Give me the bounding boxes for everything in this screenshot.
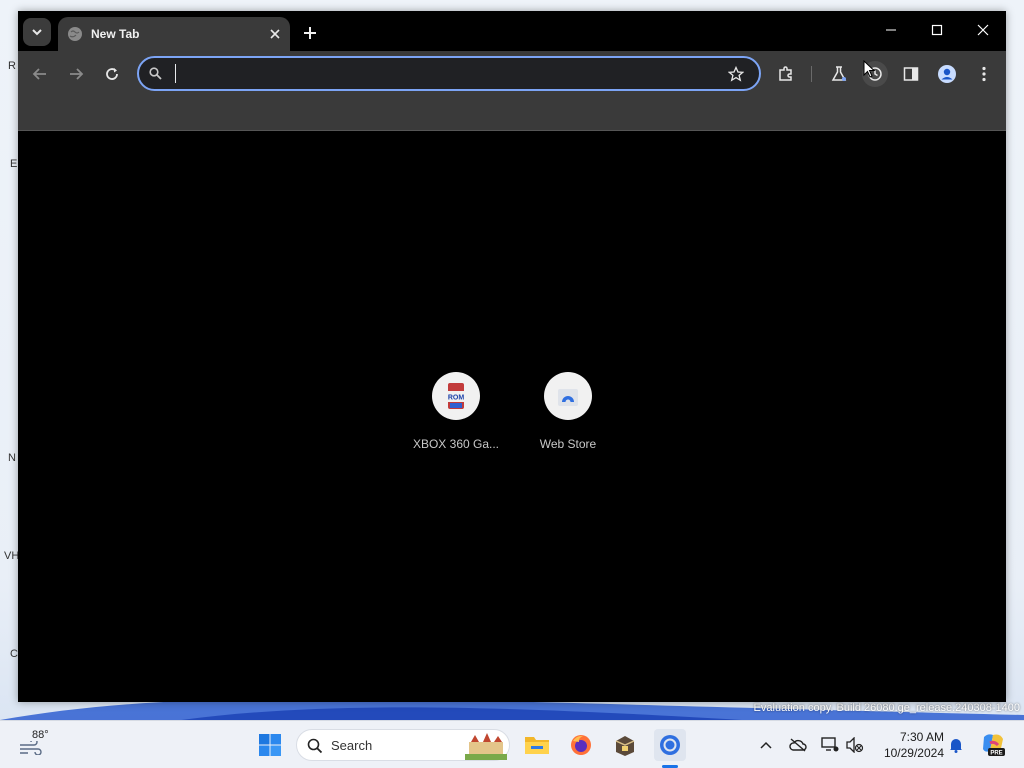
clock-time: 7:30 AM <box>899 730 944 744</box>
search-label: Search <box>331 738 373 753</box>
onedrive-button[interactable] <box>788 735 808 755</box>
tab-search-button[interactable] <box>23 18 51 46</box>
evaluation-watermark: Evaluation copy. Build 26080.ge_release.… <box>753 702 1020 714</box>
shortcut-tile[interactable]: ROM XBOX 360 Ga... <box>400 372 512 451</box>
extensions-button[interactable] <box>773 61 799 87</box>
folder-icon <box>525 737 549 754</box>
chrome-button[interactable] <box>654 729 686 761</box>
clock-date: 10/29/2024 <box>883 746 944 760</box>
mouse-pointer-icon <box>863 60 875 78</box>
close-icon <box>270 29 280 39</box>
tab-new-tab[interactable]: New Tab <box>58 17 290 51</box>
browser-window: New Tab ROM XBOX 360 Ga... Web Store <box>18 11 1006 702</box>
reload-button[interactable] <box>99 61 125 87</box>
network-button[interactable] <box>820 735 840 755</box>
avatar-icon <box>938 65 956 83</box>
start-button[interactable] <box>254 729 286 761</box>
reload-icon <box>106 68 118 80</box>
kebab-menu-icon <box>982 66 986 82</box>
new-tab-page: ROM XBOX 360 Ga... Web Store <box>18 132 1006 702</box>
archive-app-button[interactable] <box>609 729 641 761</box>
volume-button[interactable] <box>845 735 865 755</box>
search-icon <box>307 738 323 754</box>
chevron-down-icon <box>32 29 42 36</box>
bell-icon <box>950 739 962 753</box>
windows-logo-icon <box>259 734 281 756</box>
network-icon <box>821 737 839 752</box>
notifications-button[interactable] <box>946 735 966 755</box>
cloud-offline-icon <box>789 738 807 752</box>
minimize-button[interactable] <box>868 11 914 49</box>
labs-button[interactable] <box>826 61 852 87</box>
castle-illustration-icon <box>465 733 507 760</box>
maximize-icon <box>931 24 943 36</box>
shortcut-label: XBOX 360 Ga... <box>412 437 500 451</box>
desktop-icon-label[interactable]: C <box>10 648 18 660</box>
shortcut-tile[interactable]: Web Store <box>512 372 624 451</box>
show-hidden-icons-button[interactable] <box>756 735 776 755</box>
bookmarks-bar <box>18 97 1006 131</box>
copilot-button[interactable]: PRE <box>980 731 1006 757</box>
firefox-button[interactable] <box>565 729 597 761</box>
firefox-icon <box>571 735 591 755</box>
maximize-button[interactable] <box>914 11 960 49</box>
forward-button[interactable] <box>63 61 89 87</box>
desktop-icon-label[interactable]: E <box>10 158 17 170</box>
rom-cartridge-icon: ROM <box>432 372 480 420</box>
address-bar[interactable] <box>137 56 761 91</box>
side-panel-icon <box>903 67 919 81</box>
plus-icon <box>304 27 316 39</box>
address-input[interactable] <box>173 64 713 84</box>
toolbar <box>18 51 1006 97</box>
toolbar-divider <box>811 66 812 82</box>
system-clock[interactable]: 7:30 AM 10/29/2024 <box>872 729 944 761</box>
chevron-up-icon <box>760 741 772 749</box>
minimize-icon <box>886 29 896 31</box>
shortcut-label: Web Store <box>539 437 597 451</box>
flask-icon <box>831 66 847 81</box>
title-bar: New Tab <box>18 11 1006 51</box>
taskbar: 88° Search 7:30 AM 10/29/2024 PRE <box>0 720 1024 768</box>
menu-button[interactable] <box>971 61 997 87</box>
text-cursor <box>175 64 176 83</box>
file-explorer-button[interactable] <box>521 729 553 761</box>
globe-icon <box>68 27 82 41</box>
window-close-button[interactable] <box>960 11 1006 49</box>
speaker-muted-icon <box>846 737 864 753</box>
arrow-left-icon <box>32 68 46 80</box>
desktop-icon-label[interactable]: N <box>8 452 16 464</box>
star-icon[interactable] <box>728 66 744 82</box>
copilot-icon: PRE <box>983 734 1005 757</box>
new-tab-button[interactable] <box>298 21 322 45</box>
svg-text:PRE: PRE <box>990 751 1002 757</box>
desktop-icon-label[interactable]: VH <box>4 550 19 562</box>
profile-button[interactable] <box>934 61 960 87</box>
chrome-icon <box>660 735 680 755</box>
puzzle-icon <box>779 66 792 81</box>
arrow-right-icon <box>70 68 84 80</box>
weather-widget[interactable]: 88° <box>18 729 58 761</box>
svg-text:ROM: ROM <box>448 395 465 402</box>
tab-close-button[interactable] <box>266 25 284 43</box>
back-button[interactable] <box>27 61 53 87</box>
taskbar-search[interactable]: Search <box>296 729 510 761</box>
side-panel-button[interactable] <box>898 61 924 87</box>
archive-icon <box>615 736 635 756</box>
close-icon <box>977 24 989 36</box>
tab-title: New Tab <box>91 27 140 41</box>
wind-icon <box>20 741 42 755</box>
search-icon <box>149 67 162 80</box>
web-store-icon <box>544 372 592 420</box>
weather-temperature: 88° <box>32 729 49 741</box>
desktop-icon-label[interactable]: R <box>8 60 16 72</box>
